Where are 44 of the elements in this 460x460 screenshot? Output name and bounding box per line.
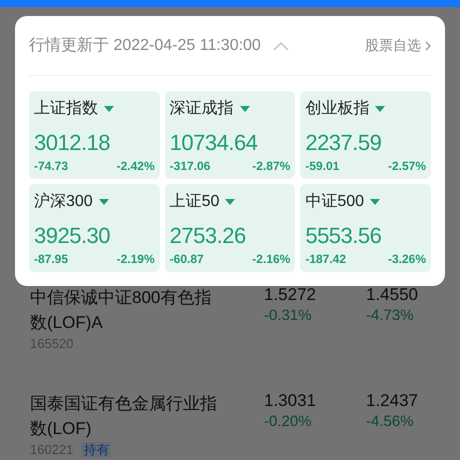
- index-percent: -2.16%: [252, 251, 290, 268]
- chevron-up-icon[interactable]: [272, 40, 289, 50]
- index-name: 中证500: [305, 192, 364, 212]
- index-percent: -2.42%: [116, 158, 155, 175]
- index-name: 创业板指: [305, 98, 370, 119]
- fund-value: 1.3031: [264, 391, 317, 411]
- index-name: 上证50: [170, 192, 220, 212]
- index-change: -187.42: [305, 251, 346, 268]
- index-percent: -2.87%: [252, 158, 290, 175]
- index-card[interactable]: 中证500 5553.56 -187.42 -3.26%: [300, 184, 431, 272]
- index-value: 3012.18: [34, 129, 112, 157]
- index-percent: -3.26%: [388, 251, 426, 268]
- index-card[interactable]: 创业板指 2237.59 -59.01 -2.57%: [300, 91, 431, 179]
- index-value: 2237.59: [305, 129, 382, 157]
- index-percent: -2.19%: [116, 251, 155, 268]
- fund-name: 中信保诚中证800有色指数(LOF)A: [30, 287, 212, 334]
- update-time: 行情更新于 2022-04-25 11:30:00: [29, 36, 261, 56]
- index-card[interactable]: 上证50 2753.26 -60.87 -2.16%: [164, 184, 296, 272]
- index-card[interactable]: 上证指数 3012.18 -74.73 -2.42%: [29, 91, 160, 179]
- index-change: -59.01: [305, 158, 340, 175]
- index-value: 5553.56: [305, 222, 382, 250]
- index-change: -60.87: [170, 251, 204, 268]
- fund-value: 1.2437: [366, 391, 418, 411]
- index-change: -74.73: [34, 158, 68, 175]
- fund-change: -0.20%: [264, 412, 313, 432]
- index-percent: -2.57%: [388, 158, 426, 175]
- fund-name: 国泰国证有色金属行业指数(LOF): [30, 393, 218, 440]
- index-value: 10734.64: [170, 129, 258, 157]
- index-change: -317.06: [170, 158, 210, 175]
- index-change: -87.95: [34, 251, 68, 268]
- fund-change: -4.73%: [366, 306, 415, 326]
- index-name: 深证成指: [170, 98, 234, 119]
- fund-change: -4.56%: [366, 412, 415, 432]
- chevron-right-icon: [425, 40, 431, 50]
- fund-value: 1.4550: [366, 285, 418, 305]
- index-name: 上证指数: [34, 98, 98, 119]
- holding-tag: 持有: [81, 442, 112, 457]
- index-card[interactable]: 沪深300 3925.30 -87.95 -2.19%: [29, 184, 160, 272]
- fund-value: 1.5272: [264, 285, 317, 305]
- index-value: 2753.26: [170, 222, 247, 250]
- index-card[interactable]: 深证成指 10734.64 -317.06 -2.87%: [164, 91, 296, 179]
- index-name: 沪深300: [34, 192, 93, 212]
- fund-change: -0.31%: [264, 306, 313, 326]
- index-value: 3925.30: [34, 222, 112, 250]
